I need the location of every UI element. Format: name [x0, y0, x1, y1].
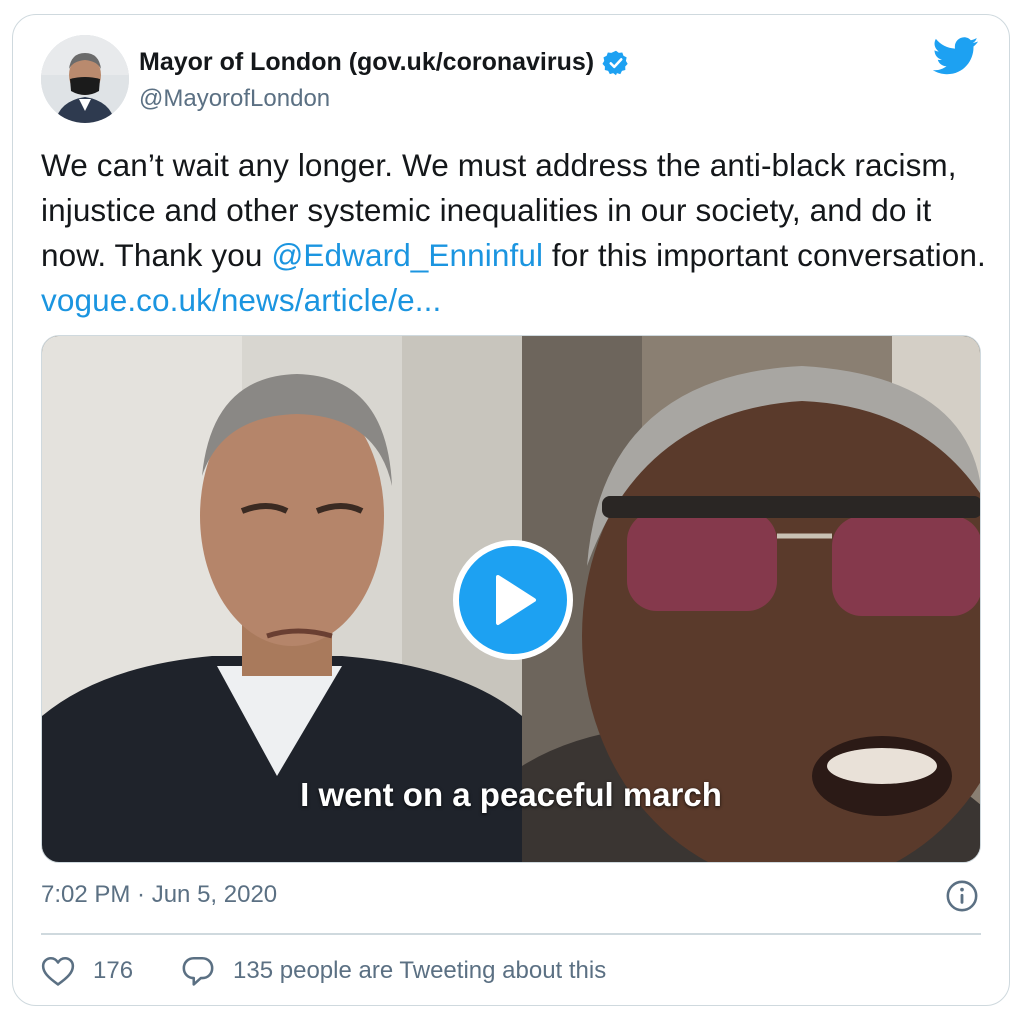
heart-icon[interactable] [41, 955, 75, 987]
video-player[interactable]: I went on a peaceful march [41, 335, 981, 863]
tweet-text-body-continued: for this important conversation. [543, 237, 986, 273]
mention-link[interactable]: @Edward_Enninful [271, 237, 543, 273]
tweeting-about-action[interactable]: 135 people are Tweeting about this [181, 955, 606, 987]
play-icon [496, 575, 536, 625]
avatar-image [41, 35, 129, 123]
like-count: 176 [93, 957, 134, 984]
tweeting-about-label: 135 people are Tweeting about this [233, 957, 607, 984]
author-row: Mayor of London (gov.uk/coronavirus) [139, 48, 630, 77]
author-display-name[interactable]: Mayor of London (gov.uk/coronavirus) [139, 48, 594, 77]
tweet-text: We can’t wait any longer. We must addres… [41, 143, 989, 323]
info-icon[interactable] [945, 879, 979, 913]
divider [41, 933, 981, 935]
speech-bubble-icon[interactable] [181, 955, 215, 987]
tweet-card: Mayor of London (gov.uk/coronavirus) @Ma… [12, 14, 1010, 1006]
engagement-bar: 176 135 people are Tweeting about this [41, 955, 606, 987]
author-handle[interactable]: @MayorofLondon [139, 85, 330, 113]
play-button[interactable] [453, 540, 573, 660]
article-link[interactable]: vogue.co.uk/news/article/e... [41, 282, 441, 318]
twitter-bird-icon[interactable] [933, 37, 979, 75]
like-action[interactable]: 176 [41, 955, 181, 987]
video-caption: I went on a peaceful march [300, 776, 722, 813]
verified-badge-icon [602, 50, 628, 75]
avatar[interactable] [41, 35, 129, 123]
tweet-timestamp[interactable]: 7:02 PM · Jun 5, 2020 [41, 881, 277, 909]
